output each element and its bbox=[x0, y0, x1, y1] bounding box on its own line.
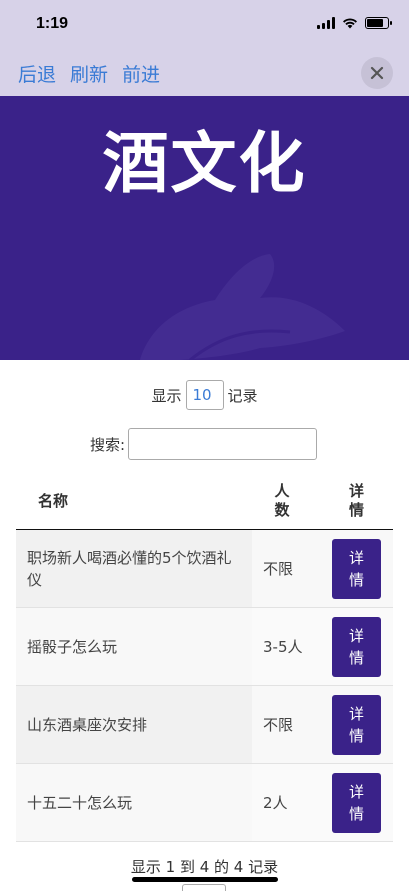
search-label: 搜索: bbox=[90, 435, 126, 454]
header-detail-label: 详情 bbox=[348, 481, 364, 519]
close-icon bbox=[370, 66, 384, 80]
signal-icon bbox=[317, 17, 335, 29]
cell-people: 不限 bbox=[252, 686, 312, 763]
cell-name: 十五二十怎么玩 bbox=[16, 764, 252, 841]
cell-people: 2人 bbox=[252, 764, 312, 841]
status-bar: 1:19 bbox=[0, 0, 409, 50]
cell-detail: 详情 bbox=[312, 530, 393, 607]
nav-bar: 后退 刷新 前进 bbox=[0, 50, 409, 96]
detail-button[interactable]: 详情 bbox=[332, 694, 381, 755]
table-info: 显示 1 到 4 的 4 记录 bbox=[130, 858, 279, 876]
header-name[interactable]: 名称 bbox=[16, 490, 252, 511]
nav-links: 后退 刷新 前进 bbox=[18, 60, 160, 87]
home-indicator bbox=[132, 877, 278, 882]
search-control: 搜索: bbox=[90, 428, 318, 460]
table-row: 十五二十怎么玩 2人 详情 bbox=[16, 764, 393, 842]
cell-people: 3-5人 bbox=[252, 608, 312, 685]
table-body: 职场新人喝酒必懂的5个饮酒礼仪 不限 详情 摇骰子怎么玩 3-5人 详情 山东酒… bbox=[16, 530, 393, 842]
wifi-icon bbox=[343, 18, 357, 29]
data-table: 名称 人数 详情 职场新人喝酒必懂的5个饮酒礼仪 不限 详情 摇骰子怎么玩 3-… bbox=[16, 472, 393, 842]
page-length-select[interactable] bbox=[185, 380, 224, 410]
banner: 酒文化 bbox=[0, 96, 409, 360]
banner-title: 酒文化 bbox=[102, 125, 307, 202]
refresh-link[interactable]: 刷新 bbox=[70, 60, 108, 87]
table-header: 名称 人数 详情 bbox=[16, 472, 393, 530]
cell-detail: 详情 bbox=[312, 608, 393, 685]
back-link[interactable]: 后退 bbox=[18, 60, 56, 87]
cell-name: 职场新人喝酒必懂的5个饮酒礼仪 bbox=[16, 530, 252, 607]
length-control: 显示 记录 bbox=[0, 380, 409, 410]
table-row: 摇骰子怎么玩 3-5人 详情 bbox=[16, 608, 393, 686]
detail-button[interactable]: 详情 bbox=[332, 538, 381, 599]
status-time: 1:19 bbox=[36, 15, 69, 32]
header-people-label: 人数 bbox=[274, 481, 290, 519]
close-button[interactable] bbox=[361, 57, 393, 89]
cell-detail: 详情 bbox=[312, 686, 393, 763]
decorative-leaf-shape bbox=[140, 254, 345, 360]
battery-icon bbox=[365, 17, 392, 29]
cell-detail: 详情 bbox=[312, 764, 393, 841]
status-icons bbox=[317, 17, 392, 29]
search-input[interactable] bbox=[128, 428, 318, 460]
table-row: 职场新人喝酒必懂的5个饮酒礼仪 不限 详情 bbox=[16, 530, 393, 608]
header-people[interactable]: 人数 bbox=[252, 482, 312, 520]
forward-link[interactable]: 前进 bbox=[122, 60, 160, 87]
length-suffix-label: 记录 bbox=[227, 386, 258, 405]
detail-button[interactable]: 详情 bbox=[332, 772, 381, 833]
table-row: 山东酒桌座次安排 不限 详情 bbox=[16, 686, 393, 764]
cell-people: 不限 bbox=[252, 530, 312, 607]
cell-name: 山东酒桌座次安排 bbox=[16, 686, 252, 763]
detail-button[interactable]: 详情 bbox=[332, 616, 381, 677]
cell-name: 摇骰子怎么玩 bbox=[16, 608, 252, 685]
length-prefix-label: 显示 bbox=[151, 386, 182, 405]
header-detail[interactable]: 详情 bbox=[312, 482, 393, 520]
pagination[interactable] bbox=[182, 884, 226, 891]
